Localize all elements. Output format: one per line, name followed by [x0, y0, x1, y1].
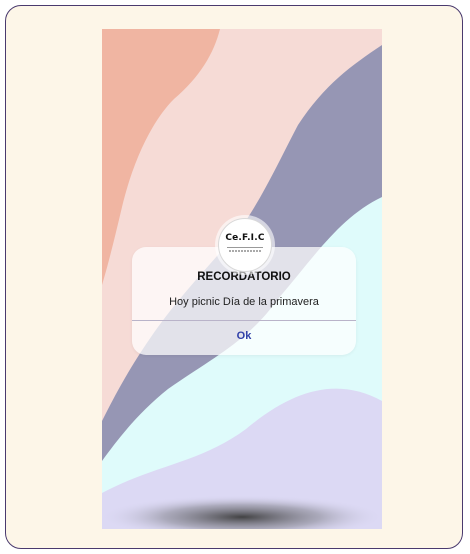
logo-rule: [227, 247, 263, 248]
dialog-title: RECORDATORIO: [197, 271, 291, 283]
app-frame: Ce.F.I.C RECORDATORIO Hoy picnic Día de …: [5, 5, 463, 549]
cefic-logo: Ce.F.I.C: [218, 218, 272, 272]
logo-subtitle-line: [229, 250, 261, 252]
ok-button[interactable]: Ok: [132, 321, 356, 355]
phone-screen: Ce.F.I.C RECORDATORIO Hoy picnic Día de …: [102, 29, 382, 529]
dialog-message: Hoy picnic Día de la primavera: [169, 296, 319, 308]
logo-text: Ce.F.I.C: [225, 233, 265, 243]
